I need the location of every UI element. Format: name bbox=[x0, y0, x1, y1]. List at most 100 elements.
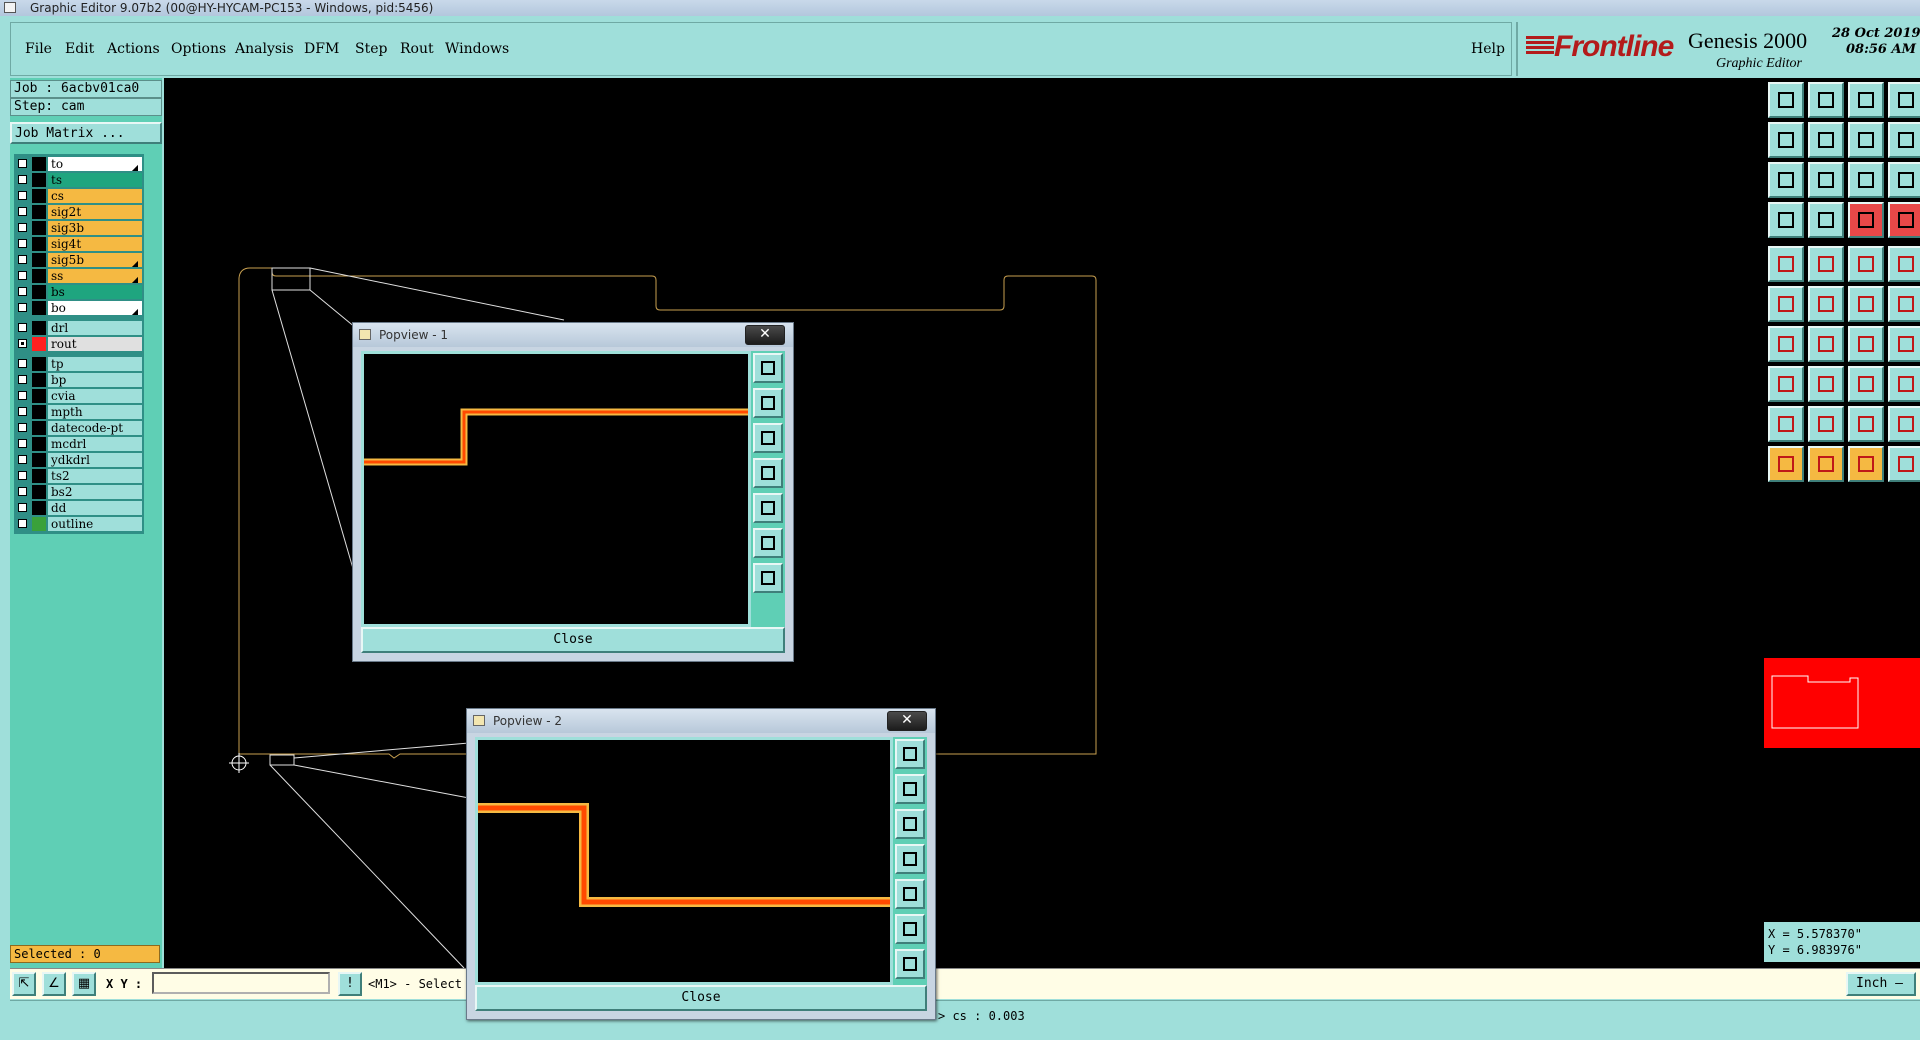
layer-color-swatch[interactable] bbox=[32, 205, 46, 219]
fit-icon[interactable] bbox=[1768, 162, 1804, 198]
rotate-icon[interactable] bbox=[1848, 326, 1884, 362]
measure-icon[interactable] bbox=[1848, 366, 1884, 402]
layer-name[interactable]: bo ◢ bbox=[48, 301, 142, 316]
layer-expand-icon[interactable]: ◢ bbox=[132, 305, 138, 319]
layer-row-sig4t[interactable]: sig4t bbox=[14, 236, 144, 252]
layer-color-swatch[interactable] bbox=[32, 373, 46, 387]
layer-name[interactable]: ydkdrl bbox=[48, 453, 142, 467]
layer-checkbox[interactable] bbox=[18, 223, 27, 232]
layer-row-to[interactable]: to ◢ bbox=[14, 156, 144, 172]
layer-checkbox[interactable] bbox=[18, 207, 27, 216]
cross-icon[interactable] bbox=[1808, 286, 1844, 322]
overview-map[interactable] bbox=[1764, 658, 1920, 748]
probe-icon[interactable] bbox=[1768, 202, 1804, 238]
layer-color-swatch[interactable] bbox=[32, 453, 46, 467]
ruler-icon[interactable] bbox=[1848, 246, 1884, 282]
layer-name[interactable]: cs bbox=[48, 189, 142, 203]
layer-row-ydkdrl[interactable]: ydkdrl bbox=[14, 452, 144, 468]
layer-name[interactable]: bs2 bbox=[48, 485, 142, 499]
layer-name[interactable]: ts2 bbox=[48, 469, 142, 483]
layer-row-datecode-pt[interactable]: datecode-pt bbox=[14, 420, 144, 436]
layer-checkbox[interactable] bbox=[18, 487, 27, 496]
layer-color-swatch[interactable] bbox=[32, 285, 46, 299]
layer-checkbox[interactable] bbox=[18, 159, 27, 168]
layer-color-swatch[interactable] bbox=[32, 237, 46, 251]
layer-color-swatch[interactable] bbox=[32, 321, 46, 335]
layer-color-swatch[interactable] bbox=[32, 485, 46, 499]
layer-name[interactable]: bs bbox=[48, 285, 142, 299]
layer-row-cs[interactable]: cs bbox=[14, 188, 144, 204]
layer-name[interactable]: cvia bbox=[48, 389, 142, 403]
net-icon[interactable] bbox=[1848, 202, 1884, 238]
layer-color-swatch[interactable] bbox=[32, 469, 46, 483]
menu-edit[interactable]: Edit bbox=[65, 41, 94, 57]
menu-help[interactable]: Help bbox=[1471, 41, 1505, 57]
menu-dfm[interactable]: DFM bbox=[304, 41, 339, 57]
minus-icon[interactable] bbox=[1808, 366, 1844, 402]
pin-icon[interactable] bbox=[1808, 202, 1844, 238]
popview-2-pan-up-icon[interactable] bbox=[895, 774, 925, 804]
window-icon[interactable] bbox=[1888, 82, 1920, 118]
layer-color-swatch[interactable] bbox=[32, 301, 46, 315]
popview-2-zoom-out-icon[interactable] bbox=[895, 949, 925, 979]
layer-color-swatch[interactable] bbox=[32, 517, 46, 531]
layer-row-bp[interactable]: bp bbox=[14, 372, 144, 388]
layer-row-dd[interactable]: dd bbox=[14, 500, 144, 516]
layer-name[interactable]: drl bbox=[48, 321, 142, 335]
popview-2-pan-left-icon[interactable] bbox=[895, 844, 925, 874]
layer-row-drl[interactable]: drl bbox=[14, 320, 144, 336]
popview-2-close-button[interactable]: Close bbox=[475, 985, 927, 1011]
help-icon[interactable] bbox=[1888, 162, 1920, 198]
layer-color-swatch[interactable] bbox=[32, 173, 46, 187]
layer-color-swatch[interactable] bbox=[32, 389, 46, 403]
popview-2-view[interactable] bbox=[475, 737, 893, 985]
swap-icon[interactable] bbox=[1848, 122, 1884, 158]
layer-checkbox[interactable] bbox=[18, 303, 27, 312]
mirror-icon[interactable] bbox=[1888, 406, 1920, 442]
save-icon[interactable] bbox=[1808, 82, 1844, 118]
layer-color-swatch[interactable] bbox=[32, 269, 46, 283]
graph-icon[interactable] bbox=[1888, 202, 1920, 238]
popview-1-pan-up-icon[interactable] bbox=[753, 388, 783, 418]
pad-icon[interactable] bbox=[1888, 246, 1920, 282]
layer-checkbox[interactable] bbox=[18, 323, 27, 332]
popview-2-zoom-fit-icon[interactable] bbox=[895, 739, 925, 769]
layer-checkbox[interactable] bbox=[18, 359, 27, 368]
layer-name[interactable]: outline bbox=[48, 517, 142, 531]
layer-row-tp[interactable]: tp bbox=[14, 356, 144, 372]
edit-icon[interactable] bbox=[1888, 446, 1920, 482]
connect-icon[interactable] bbox=[1768, 286, 1804, 322]
menu-rout[interactable]: Rout bbox=[400, 41, 434, 57]
layer-row-ts[interactable]: ts bbox=[14, 172, 144, 188]
layer-name[interactable]: rout bbox=[48, 337, 142, 351]
layer-name[interactable]: sig4t bbox=[48, 237, 142, 251]
menu-actions[interactable]: Actions bbox=[107, 41, 160, 57]
snap-icon[interactable]: ⇱ bbox=[12, 972, 36, 996]
layer-color-swatch[interactable] bbox=[32, 221, 46, 235]
measure-icon[interactable]: ∠ bbox=[42, 972, 66, 996]
cursor-icon[interactable] bbox=[1808, 446, 1844, 482]
layer-row-bs[interactable]: bs bbox=[14, 284, 144, 300]
unit-selector[interactable]: Inch — bbox=[1846, 972, 1916, 996]
layer-checkbox[interactable] bbox=[18, 175, 27, 184]
add-pad-icon[interactable] bbox=[1768, 366, 1804, 402]
layer-checkbox[interactable] bbox=[18, 339, 27, 348]
arc-icon[interactable] bbox=[1848, 286, 1884, 322]
home-icon[interactable] bbox=[1848, 82, 1884, 118]
popview-1-pan-left-icon[interactable] bbox=[753, 458, 783, 488]
popview-1-close-icon[interactable]: ✕ bbox=[745, 325, 785, 345]
angle-icon[interactable] bbox=[1768, 326, 1804, 362]
layer-color-swatch[interactable] bbox=[32, 337, 46, 351]
layer-row-sig5b[interactable]: sig5b ◢ bbox=[14, 252, 144, 268]
group-icon[interactable] bbox=[1888, 366, 1920, 402]
layer-name[interactable]: sig3b bbox=[48, 221, 142, 235]
popview-2-pan-down-icon[interactable] bbox=[895, 809, 925, 839]
layer-name[interactable]: datecode-pt bbox=[48, 421, 142, 435]
popview-1-zoom-fit-icon[interactable] bbox=[753, 353, 783, 383]
snap-icon[interactable] bbox=[1808, 246, 1844, 282]
text-icon[interactable] bbox=[1888, 326, 1920, 362]
layer-checkbox[interactable] bbox=[18, 271, 27, 280]
layer-checkbox[interactable] bbox=[18, 455, 27, 464]
popview-1-view[interactable] bbox=[361, 351, 751, 627]
open-icon[interactable] bbox=[1768, 82, 1804, 118]
